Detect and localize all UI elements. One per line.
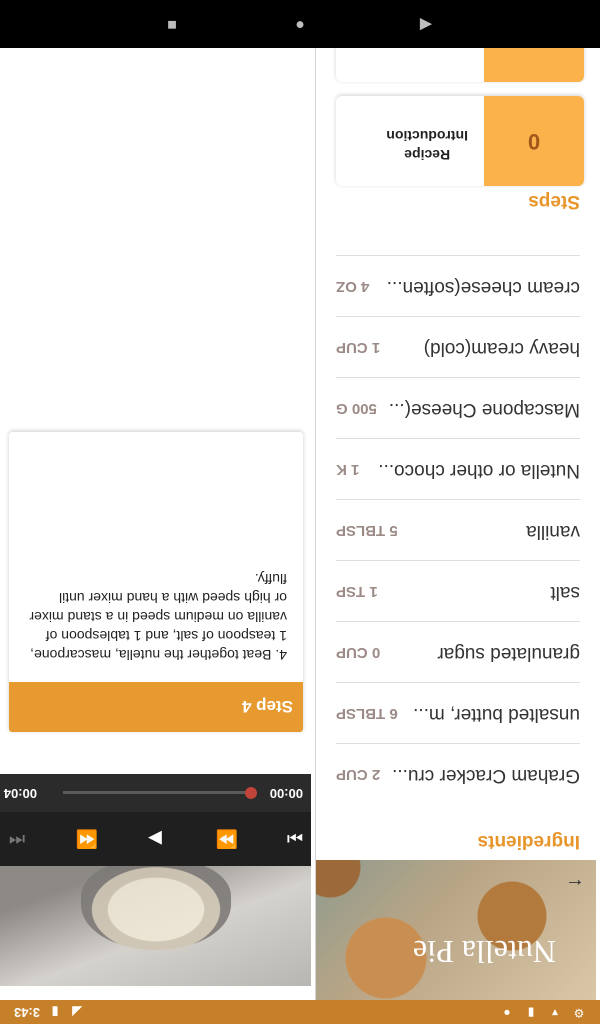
ingredient-name: unsalted butter, m... xyxy=(413,704,580,725)
ingredient-quantity: 1 CUP xyxy=(336,339,381,356)
ingredient-quantity: 0 CUP xyxy=(336,644,381,661)
step-number: 0 xyxy=(484,96,584,186)
list-item: salt 1 TSP xyxy=(336,560,580,621)
ingredients-list: Graham Cracker cru... 2 CUP unsalted but… xyxy=(336,255,580,804)
seek-bar[interactable]: 00:00 00:04 xyxy=(0,774,311,812)
recipe-panel: Nutella Pie ← Ingredients Graham Cracker… xyxy=(315,42,600,1000)
ingredient-name: Graham Cracker cru... xyxy=(392,765,580,786)
ingredient-quantity: 2 CUP xyxy=(336,766,381,783)
step-panel: ⏭ ⏩ ▶ ⏪ ⏮ 00:00 00:04 Step 4 4. Beat tog… xyxy=(0,48,311,1000)
ingredient-name: vanilla xyxy=(526,521,580,542)
ingredient-quantity: 500 G xyxy=(336,400,377,417)
step-detail-text: 4. Beat together the nutella, mascarpone… xyxy=(29,571,287,663)
battery-icon: ▮ xyxy=(51,1005,59,1020)
recents-icon[interactable]: ■ xyxy=(162,14,182,34)
back-icon[interactable]: ◀ xyxy=(416,14,436,34)
ingredient-name: salt xyxy=(550,582,580,603)
status-right: ◢ ▮ 3:43 xyxy=(14,1005,84,1020)
step-label-line2: Introduction xyxy=(386,128,468,144)
skip-next-icon[interactable]: ⏭ xyxy=(283,828,307,850)
play-icon[interactable]: ▶ xyxy=(143,828,167,850)
status-bar: ⚙ ▾ ▮ ● ◢ ▮ 3:43 xyxy=(0,1000,600,1024)
rewind-icon[interactable]: ⏪ xyxy=(75,828,99,850)
status-time: 3:43 xyxy=(14,1005,41,1020)
list-item: heavy cream(cold) 1 CUP xyxy=(336,316,580,377)
ingredient-name: Mascapone Cheese(... xyxy=(388,399,580,420)
circle-icon: ● xyxy=(503,1006,511,1020)
step-card-1[interactable] xyxy=(336,42,584,82)
step-label: Recipe Introduction xyxy=(386,126,468,164)
signal-icon: ◢ xyxy=(72,1005,82,1020)
seek-thumb[interactable] xyxy=(245,787,257,799)
step-label-line1: Recipe xyxy=(404,147,451,163)
step-card-0[interactable]: 0 Recipe Introduction xyxy=(336,96,584,186)
recipe-hero-image: Nutella Pie ← xyxy=(316,860,596,1000)
screen: ⚙ ▾ ▮ ● ◢ ▮ 3:43 Nutella Pie ← Ingredien… xyxy=(0,0,600,1024)
step-detail-title: Step 4 xyxy=(241,697,293,716)
list-item: Graham Cracker cru... 2 CUP xyxy=(336,743,580,804)
mixing-bowl-image xyxy=(81,866,231,950)
step-detail-card: Step 4 4. Beat together the nutella, mas… xyxy=(9,432,303,732)
seek-track[interactable] xyxy=(63,791,251,794)
ingredient-name: granulated sugar xyxy=(437,643,580,664)
list-item: Mascapone Cheese(... 500 G xyxy=(336,377,580,438)
recipe-title: Nutella Pie xyxy=(412,934,556,970)
gear-icon: ⚙ xyxy=(573,1006,585,1020)
ingredient-quantity: 5 TBLSP xyxy=(336,522,398,539)
ingredient-quantity: 1 TSP xyxy=(336,583,378,600)
alert-icon: ▾ xyxy=(551,1006,559,1020)
step-video[interactable] xyxy=(0,866,311,986)
steps-heading: Steps xyxy=(528,191,580,212)
ingredient-name: cream cheese(soften... xyxy=(386,277,580,298)
ingredient-quantity: 1 K xyxy=(336,461,360,478)
step-detail-header: Step 4 xyxy=(9,682,303,732)
list-item: Nutella or other choco... 1 K xyxy=(336,438,580,499)
current-time: 00:00 xyxy=(269,786,303,801)
fast-forward-icon[interactable]: ⏩ xyxy=(215,828,239,850)
skip-previous-icon[interactable]: ⏮ xyxy=(5,828,29,850)
ingredient-quantity: 4 OZ xyxy=(336,278,370,295)
status-left: ⚙ ▾ ▮ ● xyxy=(500,1006,586,1020)
rotated-screen: ⚙ ▾ ▮ ● ◢ ▮ 3:43 Nutella Pie ← Ingredien… xyxy=(0,0,600,1024)
ingredients-heading: Ingredients xyxy=(477,831,580,852)
list-item: cream cheese(soften... 4 OZ xyxy=(336,255,580,316)
back-arrow-icon[interactable]: ← xyxy=(564,874,586,896)
list-item: vanilla 5 TBLSP xyxy=(336,499,580,560)
sd-card-icon: ▮ xyxy=(527,1006,535,1020)
ingredient-quantity: 6 TBLSP xyxy=(336,705,398,722)
video-controls: ⏭ ⏩ ▶ ⏪ ⏮ xyxy=(0,812,311,866)
home-icon[interactable]: ● xyxy=(290,14,310,34)
navigation-bar: ◀ ● ■ xyxy=(0,0,600,48)
list-item: granulated sugar 0 CUP xyxy=(336,621,580,682)
duration: 00:04 xyxy=(3,786,37,801)
step-number xyxy=(484,42,584,82)
list-item: unsalted butter, m... 6 TBLSP xyxy=(336,682,580,743)
ingredient-name: heavy cream(cold) xyxy=(423,338,580,359)
ingredient-name: Nutella or other choco... xyxy=(378,460,580,481)
